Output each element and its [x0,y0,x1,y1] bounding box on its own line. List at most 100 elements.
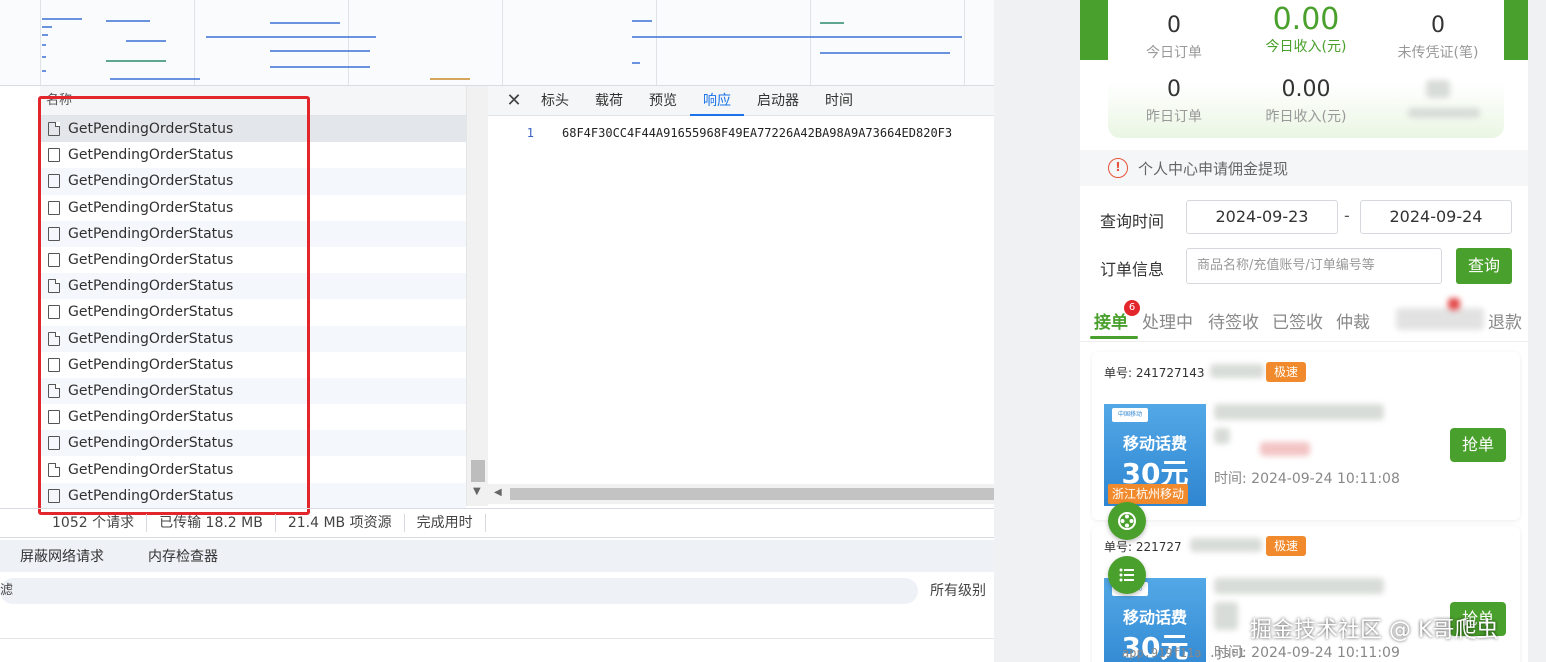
app-screen: 0 今日订单 0.00 今日收入(元) 0 未传凭证(笔) 0 昨日订单 0.0… [1080,0,1528,662]
express-tag: 极速 [1266,362,1306,382]
overview-gridline [194,0,195,85]
tab-arbitration[interactable]: 仲裁 [1336,308,1370,333]
tab-received[interactable]: 已签收 [1272,308,1323,333]
resources-size: 21.4 MB 项资源 [276,514,405,532]
overview-bar [632,20,652,22]
scrollbar-thumb[interactable] [471,460,485,482]
scroll-left-arrow-icon[interactable]: ◀ [494,487,502,498]
devtools-window: 名称 GetPendingOrderStatus GetPendingOrderS… [0,0,994,662]
floating-menu-button[interactable] [1108,502,1146,540]
overview-bar [270,50,370,52]
overview-bar [42,18,82,20]
blurred-product-name [1214,578,1384,594]
request-list-scrollbar[interactable]: ▼ [466,86,488,506]
china-mobile-logo: 中国移动 [1112,408,1148,422]
stat-yesterday-orders: 0 昨日订单 [1146,77,1202,125]
overview-bar [42,56,46,58]
blurred-label [1408,108,1480,118]
start-date-input[interactable]: 2024-09-23 [1186,200,1338,234]
tab-processing[interactable]: 处理中 [1142,308,1193,333]
scrollbar-thumb[interactable] [510,488,994,500]
tab-preview[interactable]: 预览 [636,86,690,116]
order-card[interactable]: 单号: 241727143 极速 中国移动 移动话费 30元 浙江杭州移动 时间… [1092,352,1520,520]
overview-bar [206,36,376,38]
blurred-badge [1448,298,1460,310]
console-filter-row: 滤 所有级别 [0,574,994,608]
console-filter-input[interactable]: 滤 [0,578,918,604]
product-image: 中国移动 移动话费 30元 浙江杭州移动 [1104,404,1206,506]
overview-bar [42,34,48,36]
order-number: 单号: 241727143 [1104,366,1205,380]
close-icon[interactable]: ✕ [500,90,528,111]
stat-pending-voucher: 0 未传凭证(笔) [1397,13,1479,61]
blurred-order-number [1190,538,1262,552]
order-time: 时间: 2024-09-24 10:11:08 [1214,471,1400,487]
tab-badge: 6 [1124,300,1140,316]
end-date-input[interactable]: 2024-09-24 [1360,200,1512,234]
notice-bar[interactable]: ! 个人中心申请佣金提现 [1080,150,1528,186]
warning-icon: ! [1108,158,1128,178]
network-status-bar: 1052 个请求 已传输 18.2 MB 21.4 MB 项资源 完成用时 [0,508,994,538]
blurred-product-detail [1214,602,1238,630]
network-overview-waterfall[interactable] [0,0,994,86]
tab-headers[interactable]: 标头 [528,86,582,116]
blurred-product-name [1214,404,1384,420]
scroll-down-arrow-icon[interactable]: ▼ [473,486,481,497]
highlight-frame [38,96,310,515]
date-separator: - [1344,206,1350,225]
log-level-dropdown[interactable]: 所有级别 [930,578,986,604]
overview-bar [42,70,46,72]
tab-payload[interactable]: 载荷 [582,86,636,116]
blurred-order-number [1210,364,1264,378]
express-tag: 极速 [1266,536,1306,556]
overview-bar [820,22,844,24]
tab-accept-orders[interactable]: 接单 [1094,308,1128,333]
tab-memory-inspector[interactable]: 内存检查器 [148,546,218,566]
overview-gridline [40,0,41,85]
overview-gridline [964,0,965,85]
overview-bar [110,78,200,80]
response-body[interactable]: 1 68F4F30CC4F44A91655968F49EA77226A42BA98… [488,126,994,140]
query-button[interactable]: 查询 [1456,248,1512,284]
overview-bar [632,36,962,38]
divider [0,638,994,639]
stat-today-income: 0.00 今日收入(元) [1265,2,1347,56]
overview-bar [430,78,470,80]
order-search-input[interactable]: 商品名称/充值账号/订单编号等 [1186,248,1442,284]
overview-gridline [348,0,349,85]
drawer-tabs: 屏蔽网络请求 内存检查器 [0,540,994,572]
stat-today-orders: 0 今日订单 [1146,13,1202,61]
stat-yesterday-income: 0.00 昨日收入(元) [1265,77,1347,125]
overview-bar [270,66,370,68]
tab-response[interactable]: 响应 [690,86,744,116]
request-count: 1052 个请求 [40,514,148,532]
order-status-tabs: 接单 6 处理中 待签收 已签收 仲裁 退款 [1080,294,1528,342]
tab-initiator[interactable]: 启动器 [744,86,812,116]
response-hscrollbar[interactable]: ◀ [488,484,994,504]
tab-refund[interactable]: 退款 [1488,308,1522,333]
app-preview-window: 0 今日订单 0.00 今日收入(元) 0 未传凭证(笔) 0 昨日订单 0.0… [994,0,1546,662]
blurred-tab [1396,308,1484,330]
tab-network-request-blocking[interactable]: 屏蔽网络请求 [20,546,104,566]
overview-bar [270,22,340,24]
overview-gridline [656,0,657,85]
active-tab-indicator [1090,336,1138,339]
blurred-price [1260,442,1310,456]
overview-bar [106,20,150,22]
blurred-product-detail [1214,428,1230,444]
overview-bar [632,62,640,64]
overview-bar [42,26,52,28]
floating-list-button[interactable] [1108,556,1146,594]
query-time-label: 查询时间 [1100,212,1165,231]
overview-bar [126,40,166,42]
grab-order-button[interactable]: 抢单 [1450,428,1506,462]
order-info-label: 订单信息 [1100,260,1165,279]
tab-awaiting-receipt[interactable]: 待签收 [1208,308,1259,333]
tab-timing[interactable]: 时间 [812,86,866,116]
line-number: 1 [526,126,534,140]
console-source-link[interactable]: app.919f11a .js:1 [1122,646,1245,660]
order-number: 单号: 221727 [1104,540,1182,554]
list-icon [1119,568,1134,582]
overview-bar [106,60,166,62]
watermark: 掘金技术社区 @ K哥爬虫 [1250,618,1499,643]
